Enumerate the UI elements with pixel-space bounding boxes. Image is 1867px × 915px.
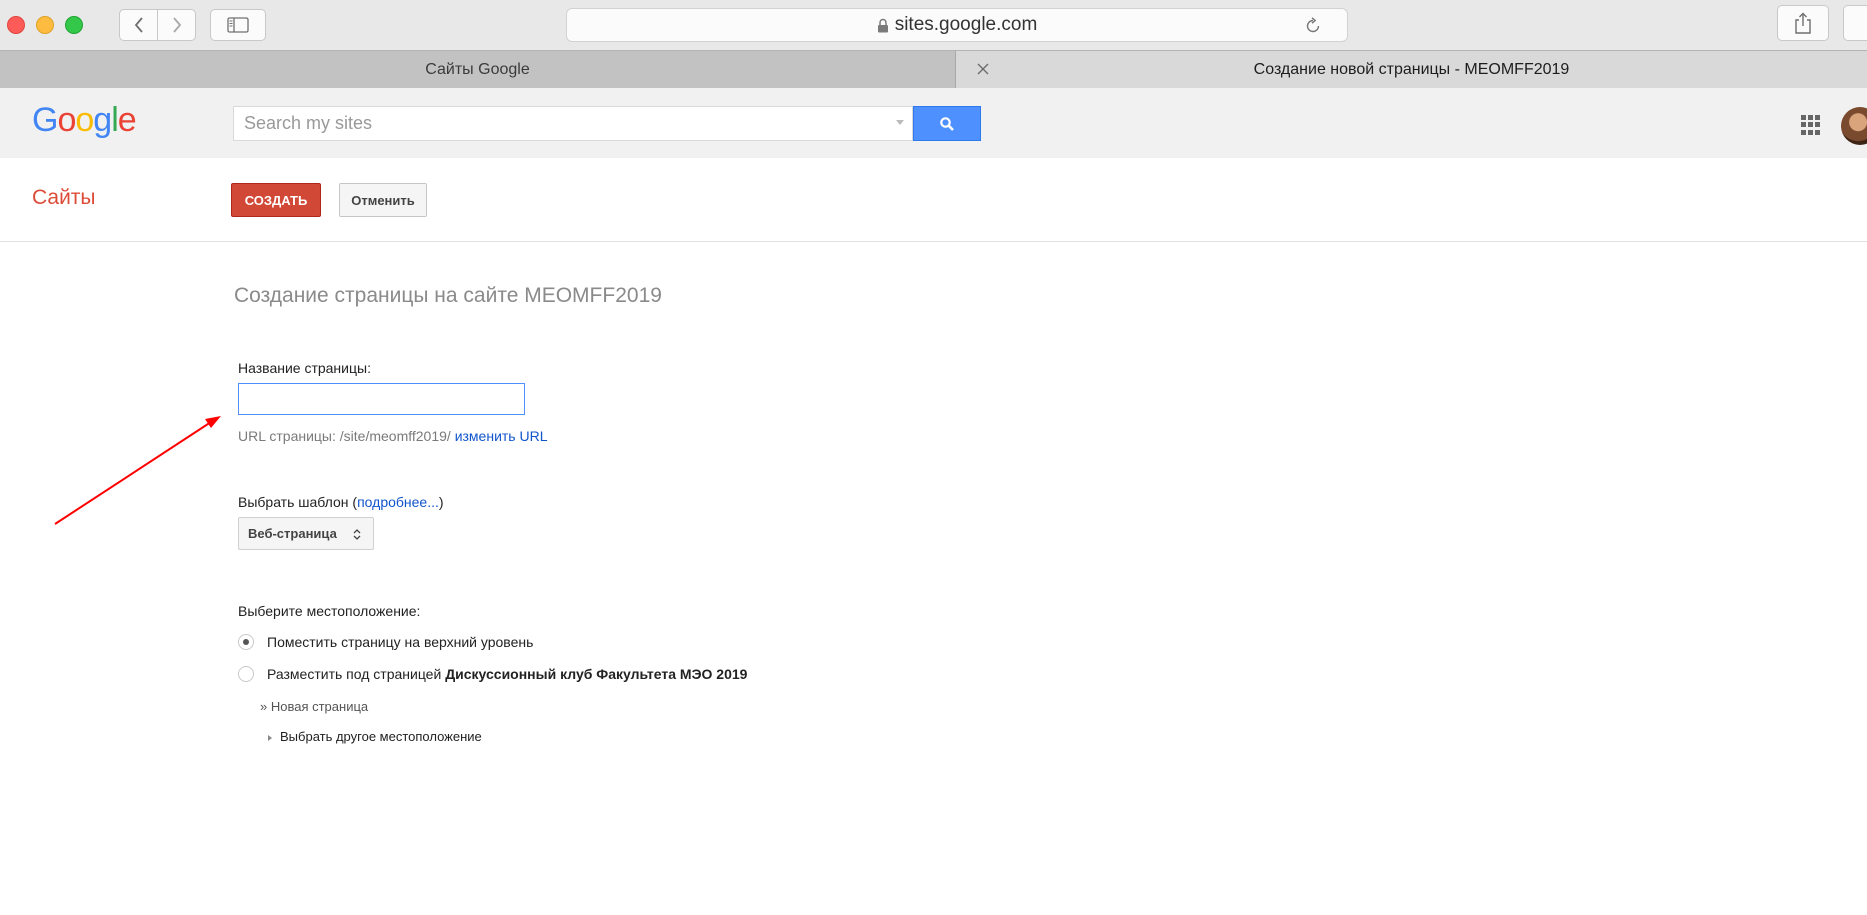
logo-letter: g <box>93 101 112 139</box>
radio-top-level[interactable] <box>238 634 254 650</box>
lock-icon <box>877 18 888 32</box>
page-name-input[interactable] <box>238 383 525 415</box>
sidebar-icon <box>227 17 249 33</box>
window-maximize-button[interactable] <box>65 16 83 34</box>
page-name-label: Название страницы: <box>238 360 371 376</box>
radio-under-page-prefix: Разместить под страницей <box>267 666 442 682</box>
tab-label: Создание новой страницы - MEOMFF2019 <box>1253 60 1570 78</box>
sidebar-toggle-button[interactable] <box>210 9 266 41</box>
history-nav <box>119 9 196 41</box>
logo-letter: o <box>57 101 76 139</box>
page-url-text: URL страницы: /site/meomff2019/ <box>238 428 451 444</box>
parent-page-name: Дискуссионный клуб Факультета МЭО 2019 <box>445 666 748 682</box>
apps-grid-icon[interactable] <box>1801 115 1821 135</box>
template-label-end: ) <box>438 494 444 510</box>
logo-letter: o <box>75 101 94 139</box>
sites-toolbar: Сайты СОЗДАТЬ Отменить <box>0 158 1867 242</box>
tab-create-page[interactable]: Создание новой страницы - MEOMFF2019 <box>955 51 1867 88</box>
create-button[interactable]: СОЗДАТЬ <box>231 183 321 217</box>
address-text: sites.google.com <box>894 14 1038 35</box>
search-input[interactable] <box>234 107 884 140</box>
back-button[interactable] <box>120 10 157 40</box>
search-dropdown-icon[interactable] <box>896 120 904 125</box>
chevron-left-icon <box>134 17 143 33</box>
page-title: Создание страницы на сайте MEOMFF2019 <box>234 284 662 307</box>
search-button[interactable] <box>913 106 981 141</box>
google-logo[interactable]: Google <box>32 101 137 140</box>
change-url-link[interactable]: изменить URL <box>455 428 548 444</box>
share-button[interactable] <box>1777 5 1829 41</box>
sites-title[interactable]: Сайты <box>32 186 96 210</box>
template-select[interactable]: Веб-страница <box>238 517 374 550</box>
template-more-link[interactable]: подробнее... <box>357 494 439 510</box>
search-icon <box>940 116 954 131</box>
tab-google-sites[interactable]: Сайты Google <box>0 51 955 88</box>
choose-other-location[interactable]: Выбрать другое местоположение <box>268 729 482 744</box>
new-page-item: » Новая страница <box>260 699 369 714</box>
logo-letter: e <box>117 101 137 139</box>
window-minimize-button[interactable] <box>36 16 54 34</box>
address-bar[interactable]: sites.google.com <box>566 8 1348 42</box>
reload-icon[interactable] <box>1303 16 1323 36</box>
search-box <box>233 106 913 141</box>
page-url-line: URL страницы: /site/meomff2019/ изменить… <box>238 428 548 444</box>
choose-other-location-label: Выбрать другое местоположение <box>280 729 482 744</box>
close-icon[interactable] <box>974 60 992 78</box>
forward-button[interactable] <box>157 10 195 40</box>
google-header: Google <box>0 88 1867 158</box>
template-label: Выбрать шаблон (подробнее...) <box>238 494 444 510</box>
browser-toolbar: sites.google.com <box>0 0 1867 50</box>
chevron-right-icon <box>172 17 181 33</box>
logo-letter: G <box>32 101 58 139</box>
tabs-overview-button[interactable] <box>1843 5 1867 41</box>
radio-under-page-label[interactable]: Разместить под страницей Дискуссионный к… <box>267 666 747 682</box>
location-label: Выберите местоположение: <box>238 603 421 619</box>
radio-under-page[interactable] <box>238 666 254 682</box>
share-icon <box>1795 12 1811 34</box>
triangle-right-icon <box>268 734 272 741</box>
template-label-text: Выбрать шаблон ( <box>238 494 358 510</box>
window-close-button[interactable] <box>7 16 25 34</box>
radio-top-level-label[interactable]: Поместить страницу на верхний уровень <box>267 634 533 650</box>
tab-bar: Сайты Google Создание новой страницы - M… <box>0 50 1867 88</box>
avatar[interactable] <box>1841 107 1867 145</box>
tab-label: Сайты Google <box>425 60 530 78</box>
cancel-button[interactable]: Отменить <box>339 183 427 217</box>
template-select-value: Веб-страница <box>248 526 337 541</box>
updown-chevron-icon <box>353 529 361 540</box>
